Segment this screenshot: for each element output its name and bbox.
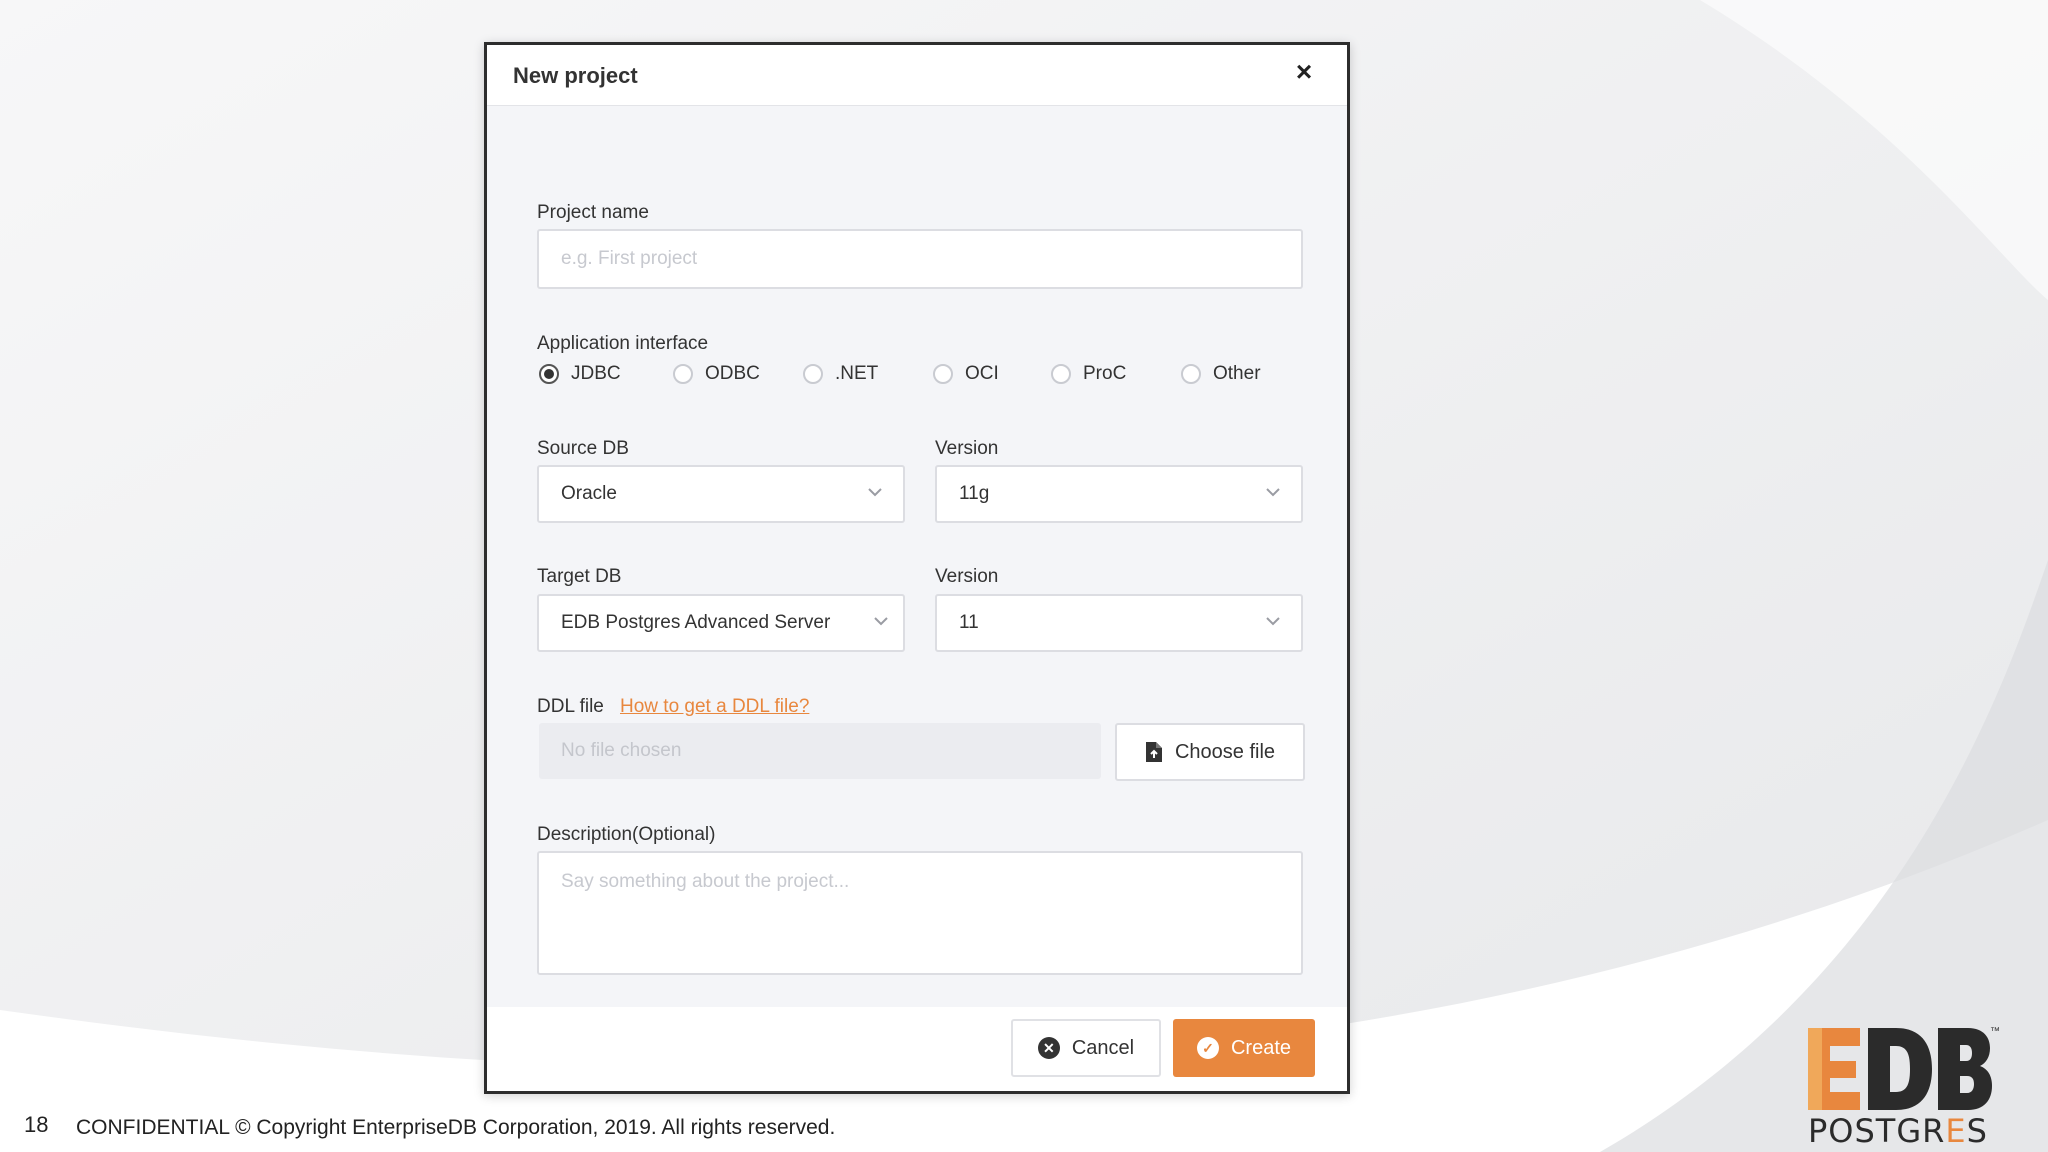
radio-odbc[interactable]: ODBC <box>673 363 760 385</box>
ddl-help-link[interactable]: How to get a DDL file? <box>620 696 809 718</box>
radio-indicator-selected <box>539 364 559 384</box>
source-version-select[interactable]: 11g <box>935 465 1303 523</box>
chevron-down-icon <box>874 617 888 626</box>
radio-label: Other <box>1213 363 1261 384</box>
project-name-input[interactable]: e.g. First project <box>537 229 1303 289</box>
radio-label: .NET <box>835 363 879 384</box>
radio-label: ProC <box>1083 363 1127 384</box>
target-version-select[interactable]: 11 <box>935 594 1303 652</box>
create-label: Create <box>1230 1036 1292 1059</box>
new-project-dialog: New project × Project name e.g. First pr… <box>484 42 1350 1094</box>
wordmark-accent-letter: E <box>1945 1112 1967 1150</box>
edb-postgres-logo: ™ POSTGRES <box>1808 1026 2000 1150</box>
radio-oci[interactable]: OCI <box>933 363 999 385</box>
postgres-wordmark: POSTGRES <box>1808 1112 1988 1150</box>
project-name-label: Project name <box>537 202 649 223</box>
radio-dotnet[interactable]: .NET <box>803 363 878 385</box>
dialog-title: New project <box>513 63 638 88</box>
dialog-footer: ✕ Cancel ✓ Create <box>487 1007 1347 1091</box>
radio-indicator <box>673 364 693 384</box>
edb-logo-mark <box>1808 1028 1992 1110</box>
choose-file-label: Choose file <box>1174 740 1276 763</box>
target-db-select[interactable]: EDB Postgres Advanced Server <box>537 594 905 652</box>
radio-label: ODBC <box>705 363 760 384</box>
wordmark-part: S <box>1966 1112 1988 1150</box>
target-db-label: Target DB <box>537 566 622 587</box>
cancel-label: Cancel <box>1071 1036 1135 1059</box>
target-version-value: 11 <box>959 612 979 633</box>
radio-proc[interactable]: ProC <box>1051 363 1126 385</box>
radio-jdbc[interactable]: JDBC <box>539 363 621 385</box>
target-version-label: Version <box>935 566 999 587</box>
cancel-button[interactable]: ✕ Cancel <box>1011 1019 1161 1077</box>
dialog-header: New project × <box>487 45 1347 106</box>
ddl-file-label: DDL file <box>537 696 604 717</box>
source-db-value: Oracle <box>561 483 617 504</box>
radio-indicator <box>1051 364 1071 384</box>
description-textarea[interactable]: Say something about the project... <box>537 851 1303 975</box>
check-circle-icon: ✓ <box>1196 1037 1219 1059</box>
radio-label: JDBC <box>571 363 621 384</box>
wordmark-part: POSTGR <box>1808 1112 1946 1150</box>
application-interface-label: Application interface <box>537 333 709 354</box>
trademark-symbol: ™ <box>1990 1026 2000 1037</box>
x-circle-icon: ✕ <box>1037 1037 1060 1059</box>
source-db-select[interactable]: Oracle <box>537 465 905 523</box>
radio-indicator <box>933 364 953 384</box>
choose-file-button[interactable]: Choose file <box>1115 723 1305 781</box>
target-db-value: EDB Postgres Advanced Server <box>561 612 831 633</box>
radio-label: OCI <box>965 363 999 384</box>
file-upload-icon <box>1145 742 1162 762</box>
chevron-down-icon <box>1266 488 1280 497</box>
chevron-down-icon <box>868 488 882 497</box>
source-version-label: Version <box>935 438 999 459</box>
application-interface-radio-group: JDBC ODBC .NET OCI ProC Other <box>539 363 1319 395</box>
source-db-label: Source DB <box>537 438 629 459</box>
create-button[interactable]: ✓ Create <box>1173 1019 1315 1077</box>
radio-indicator <box>803 364 823 384</box>
source-version-value: 11g <box>959 483 990 504</box>
ddl-file-field[interactable]: No file chosen <box>539 723 1101 779</box>
close-icon[interactable]: × <box>1291 58 1317 86</box>
radio-indicator <box>1181 364 1201 384</box>
copyright-notice: CONFIDENTIAL © Copyright EnterpriseDB Co… <box>76 1116 836 1139</box>
radio-other[interactable]: Other <box>1181 363 1261 385</box>
chevron-down-icon <box>1266 617 1280 626</box>
slide-page-number: 18 <box>24 1112 49 1137</box>
description-label: Description(Optional) <box>537 824 716 845</box>
